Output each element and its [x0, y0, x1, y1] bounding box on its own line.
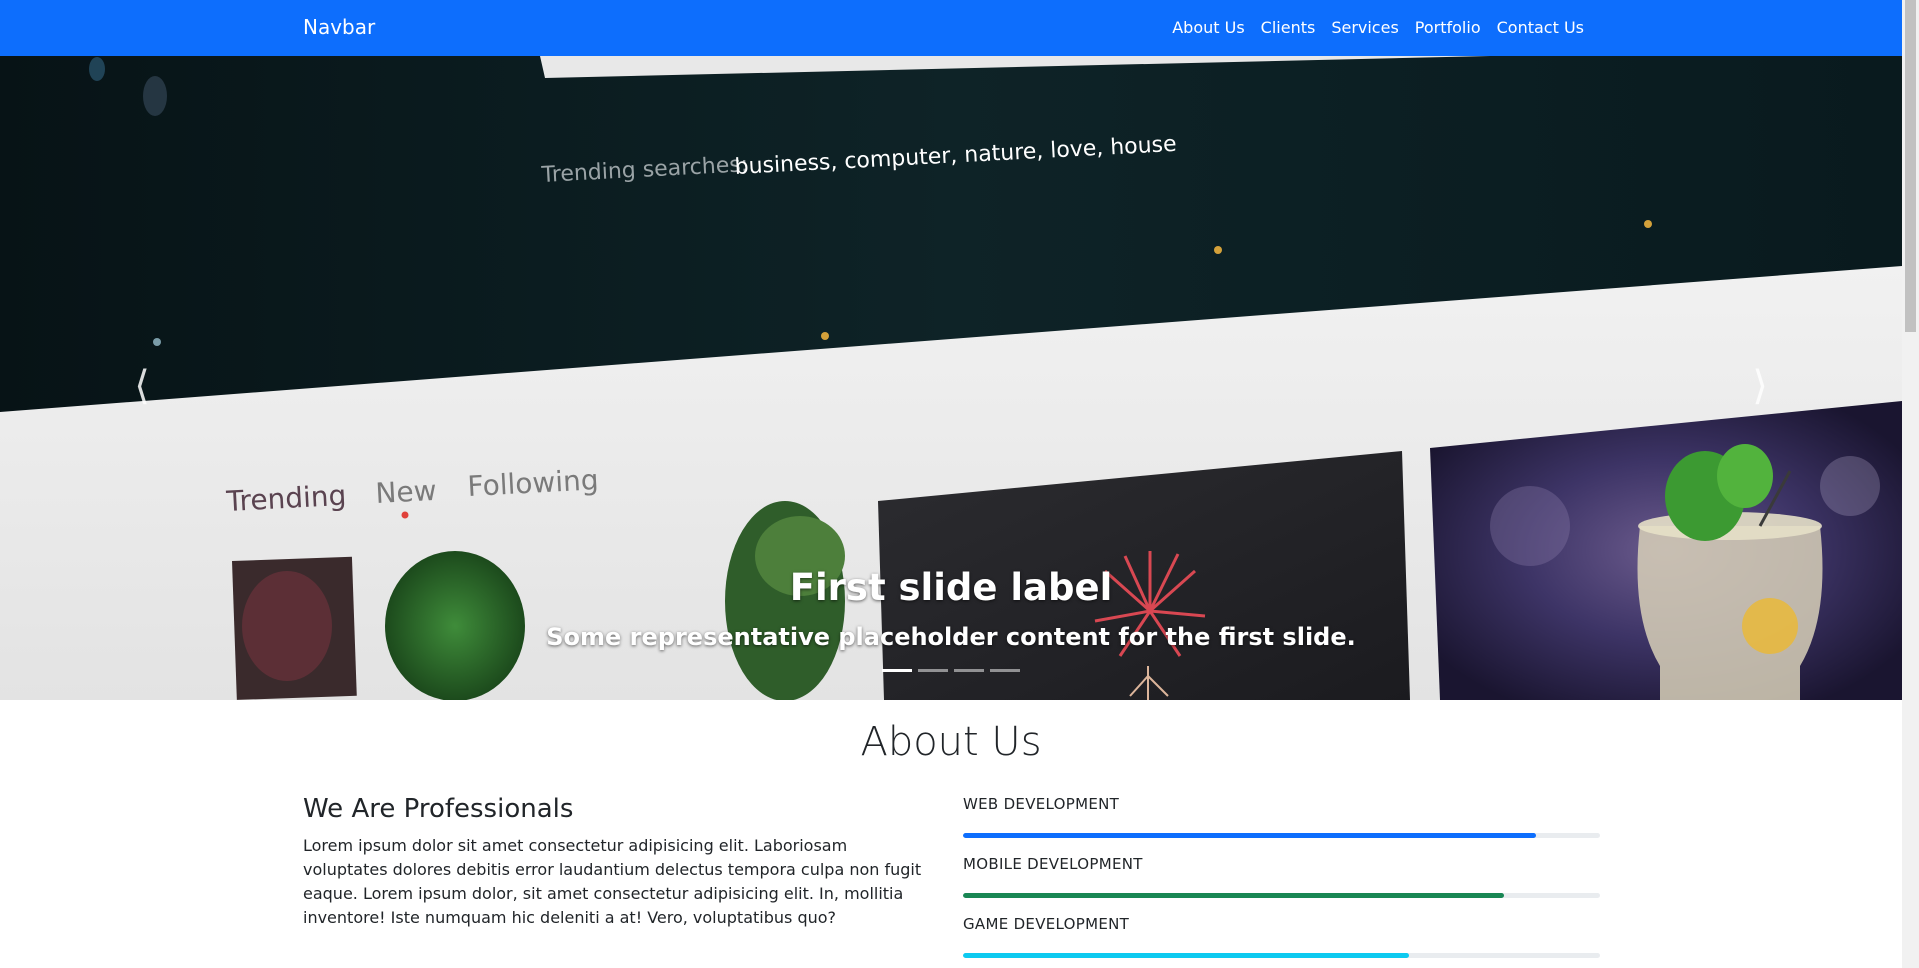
skill-item: GAME DEVELOPMENT	[963, 915, 1600, 958]
skill-item: MOBILE DEVELOPMENT	[963, 855, 1600, 898]
skill-item: WEB DEVELOPMENT	[963, 795, 1600, 838]
nav-link-services[interactable]: Services	[1323, 18, 1406, 37]
chevron-left-icon: ⟨	[134, 363, 150, 409]
skill-progress-bar	[963, 833, 1600, 838]
nav-link-contact-us[interactable]: Contact Us	[1489, 18, 1592, 37]
scrollbar-thumb[interactable]	[1905, 0, 1916, 332]
skill-label: MOBILE DEVELOPMENT	[963, 855, 1143, 873]
skills-list: WEB DEVELOPMENT MOBILE DEVELOPMENT GAME …	[963, 795, 1600, 968]
carousel-prev-button[interactable]: ⟨	[112, 356, 172, 416]
carousel-caption-text: Some representative placeholder content …	[546, 623, 1356, 651]
carousel-indicator-3[interactable]	[954, 669, 984, 672]
navbar: Navbar About Us Clients Services Portfol…	[0, 0, 1902, 56]
carousel-indicators	[0, 669, 1902, 672]
skill-progress-bar	[963, 893, 1600, 898]
about-text: Lorem ipsum dolor sit amet consectetur a…	[303, 836, 922, 927]
page-scrollbar[interactable]	[1902, 0, 1919, 968]
skill-progress-fill	[963, 953, 1409, 958]
about-intro: We Are Professionals Lorem ipsum dolor s…	[303, 794, 933, 930]
carousel-next-button[interactable]: ⟩	[1730, 356, 1790, 416]
svg-text:New: New	[375, 474, 438, 510]
nav-link-clients[interactable]: Clients	[1253, 18, 1324, 37]
skill-progress-fill	[963, 893, 1505, 898]
about-heading: We Are Professionals	[303, 794, 574, 824]
carousel-caption-title: First slide label	[789, 566, 1113, 609]
skill-label: WEB DEVELOPMENT	[963, 795, 1120, 813]
svg-text:Following: Following	[467, 463, 600, 503]
page: Navbar About Us Clients Services Portfol…	[0, 0, 1902, 968]
navbar-brand[interactable]: Navbar	[303, 15, 375, 39]
chevron-right-icon: ⟩	[1752, 363, 1768, 409]
skill-progress-fill	[963, 833, 1537, 838]
carousel-indicator-4[interactable]	[990, 669, 1020, 672]
svg-text:Trending: Trending	[225, 479, 347, 518]
skill-progress-bar	[963, 953, 1600, 958]
skill-label: GAME DEVELOPMENT	[963, 915, 1130, 933]
nav-link-portfolio[interactable]: Portfolio	[1407, 18, 1489, 37]
carousel-indicator-1[interactable]	[882, 669, 912, 672]
about-section-title: About Us	[860, 719, 1042, 765]
nav-link-about-us[interactable]: About Us	[1164, 18, 1252, 37]
carousel-indicator-2[interactable]	[918, 669, 948, 672]
nav-links: About Us Clients Services Portfolio Cont…	[1164, 18, 1592, 37]
carousel: Trending searches: business, computer, n…	[0, 56, 1902, 700]
carousel-caption: First slide label Some representative pl…	[0, 566, 1902, 651]
